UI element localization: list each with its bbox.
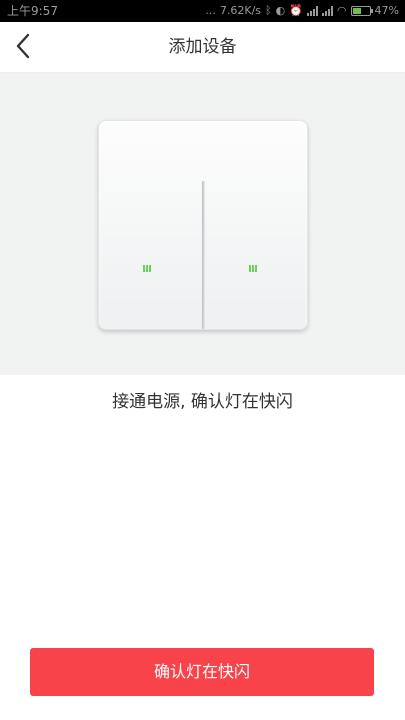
signal-icon bbox=[306, 6, 318, 16]
signal-icon bbox=[321, 6, 333, 16]
wifi-icon: ◠ bbox=[336, 4, 347, 17]
battery-fill bbox=[352, 8, 361, 14]
status-icons: ... 7.62K/s ᛒ ◐ ⏰ ◠ 47% bbox=[205, 0, 399, 22]
battery-icon bbox=[350, 6, 373, 16]
instruction-text: 接通电源, 确认灯在快闪 bbox=[112, 392, 293, 412]
wall-switch-image bbox=[98, 120, 308, 330]
status-bar: 上午9:57 ... 7.62K/s ᛒ ◐ ⏰ ◠ 47% bbox=[0, 0, 405, 22]
device-image-area bbox=[0, 73, 405, 375]
page-title: 添加设备 bbox=[168, 37, 237, 57]
toggle-icon: ◐ bbox=[275, 4, 286, 17]
network-speed: 7.62K/s bbox=[219, 4, 262, 17]
nav-bar: 添加设备 bbox=[0, 22, 405, 73]
confirm-button[interactable]: 确认灯在快闪 bbox=[30, 648, 374, 696]
indicator-light-right bbox=[249, 265, 259, 272]
bluetooth-icon: ᛒ bbox=[265, 4, 272, 17]
status-time: 上午9:57 bbox=[7, 4, 58, 18]
indicator-light-left bbox=[143, 265, 153, 272]
battery-percent: 47% bbox=[374, 4, 399, 17]
dots-icon: ... bbox=[205, 4, 216, 17]
switch-divider bbox=[202, 181, 205, 329]
alarm-icon: ⏰ bbox=[289, 4, 303, 17]
